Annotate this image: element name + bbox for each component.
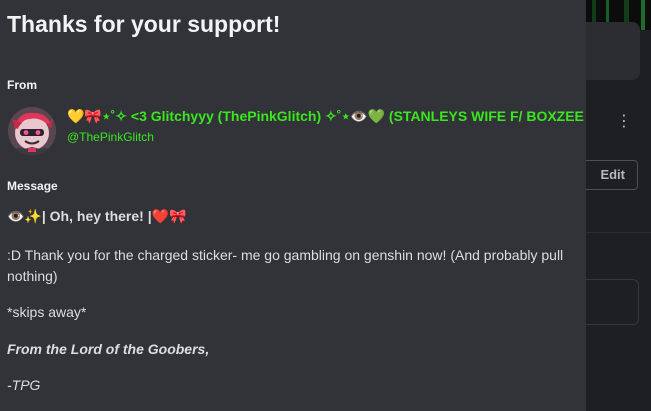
message-action: *skips away* (7, 304, 87, 320)
screen: ⋮ Edit Thanks for your support! From 💛🎀⋆… (0, 0, 651, 411)
from-label: From (7, 78, 37, 92)
sender-display-name[interactable]: 💛🎀⋆˚✧ <3 Glitchyyy (ThePinkGlitch) ✧˚⋆👁️… (67, 108, 586, 125)
message-signoff: From the Lord of the Goobers, (7, 341, 210, 357)
edit-button[interactable]: Edit (586, 160, 638, 190)
message-label: Message (7, 179, 58, 193)
avatar[interactable] (8, 107, 56, 155)
message-greeting: 👁️✨| Oh, hey there! |❤️🎀 (7, 208, 187, 224)
sender-handle[interactable]: @ThePinkGlitch (67, 130, 154, 144)
message-body: :D Thank you for the charged sticker- me… (7, 247, 564, 284)
background-input-box[interactable] (586, 279, 639, 325)
message-signature: -TPG (7, 377, 41, 393)
background-divider (586, 232, 651, 233)
background-card (586, 22, 640, 80)
modal-title: Thanks for your support! (7, 11, 281, 37)
more-options-icon[interactable]: ⋮ (616, 113, 632, 139)
thanks-modal: Thanks for your support! From 💛🎀⋆˚✧ <3 G… (0, 0, 586, 411)
avatar-image (8, 107, 56, 155)
